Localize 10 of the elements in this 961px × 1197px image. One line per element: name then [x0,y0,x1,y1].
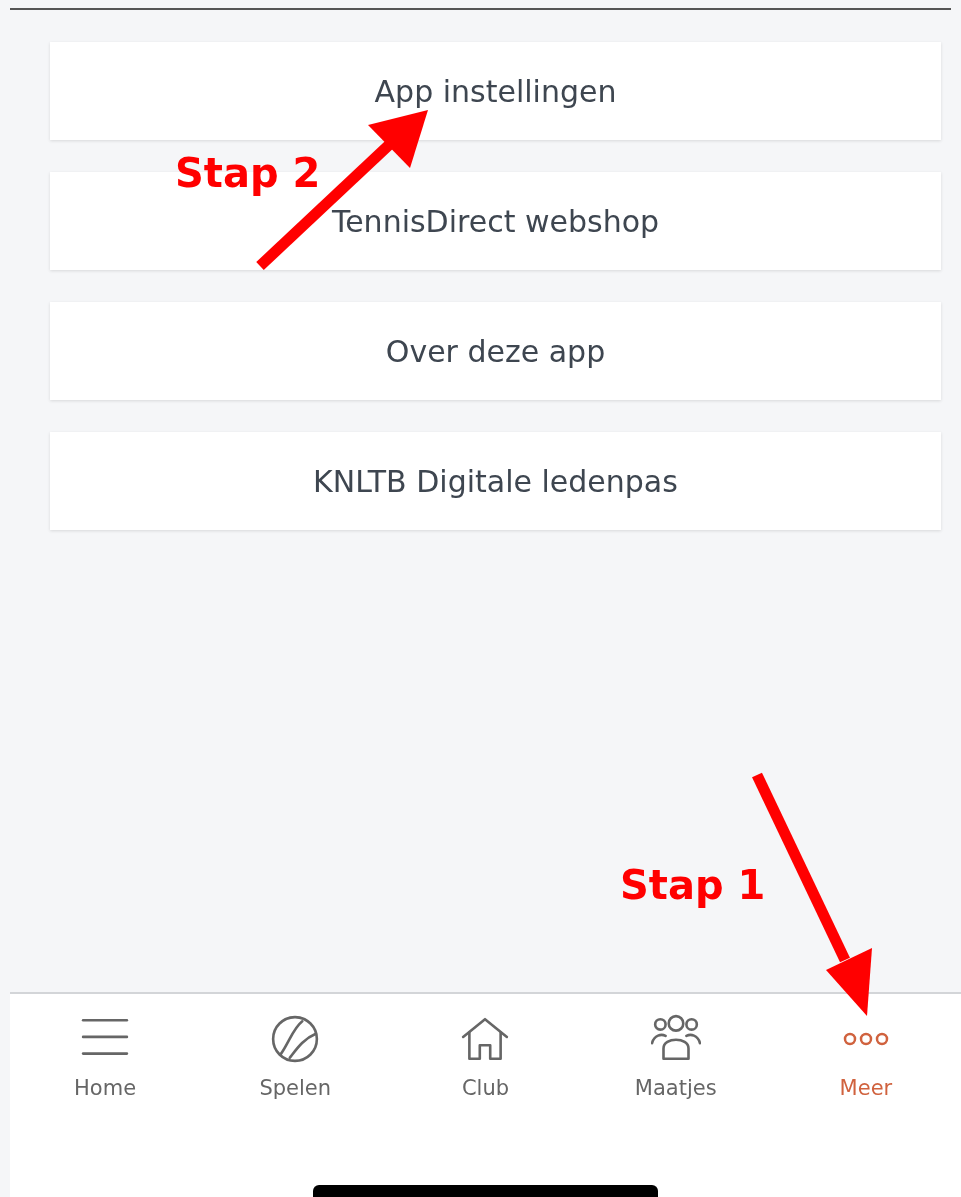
ball-icon [270,1014,321,1064]
menu-item[interactable]: App instellingen [50,42,941,140]
tab[interactable]: Maatjes [580,1014,771,1102]
menu-item[interactable]: KNLTB Digitale ledenpas [50,432,941,530]
tab[interactable]: Home [10,1014,201,1102]
tab[interactable]: Spelen [200,1014,391,1102]
menu-item[interactable]: Over deze app [50,302,941,400]
tab[interactable]: Club [390,1014,581,1102]
tab[interactable]: Meer [770,1014,961,1102]
annotation-label: Stap 1 [620,862,766,908]
